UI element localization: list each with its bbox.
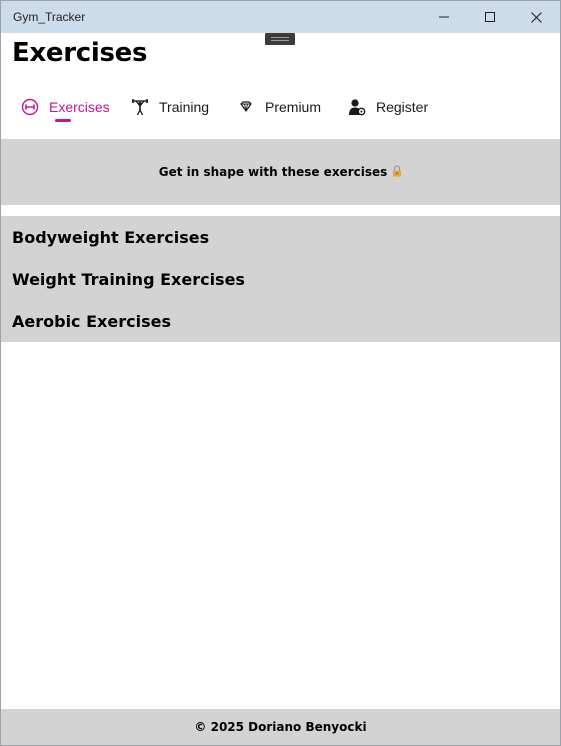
diamond-icon bbox=[237, 98, 255, 116]
category-weight-training[interactable]: Weight Training Exercises bbox=[12, 270, 245, 289]
app-title: Gym_Tracker bbox=[13, 10, 86, 24]
maximize-icon bbox=[485, 12, 495, 22]
close-button[interactable] bbox=[513, 1, 559, 33]
banner-text: Get in shape with these exercises bbox=[158, 165, 388, 179]
maximize-button[interactable] bbox=[467, 1, 513, 33]
category-aerobic[interactable]: Aerobic Exercises bbox=[12, 312, 171, 331]
tab-premium[interactable]: Premium bbox=[237, 87, 321, 127]
page-title: Exercises bbox=[12, 38, 148, 68]
footer: © 2025 Doriano Benyocki bbox=[1, 709, 560, 745]
tab-register-label: Register bbox=[376, 99, 429, 115]
lock-icon bbox=[392, 164, 402, 180]
dumbbell-icon bbox=[21, 98, 39, 116]
copyright-text: © 2025 Doriano Benyocki bbox=[194, 720, 367, 734]
app-window: Gym_Tracker Exercises Exercises Training… bbox=[0, 0, 561, 746]
category-bodyweight[interactable]: Bodyweight Exercises bbox=[12, 228, 209, 247]
weightlifter-icon bbox=[131, 98, 149, 116]
tab-training-label: Training bbox=[159, 99, 210, 115]
minimize-icon bbox=[439, 16, 449, 18]
minimize-button[interactable] bbox=[421, 1, 467, 33]
title-bar[interactable]: Gym_Tracker bbox=[1, 1, 560, 33]
exercise-categories: Bodyweight Exercises Weight Training Exe… bbox=[1, 216, 560, 342]
user-settings-icon bbox=[348, 98, 366, 116]
tab-exercises[interactable]: Exercises bbox=[21, 87, 110, 127]
intro-banner: Get in shape with these exercises bbox=[1, 139, 560, 205]
active-tab-indicator bbox=[55, 119, 71, 122]
nav-tabs: Exercises Training Premium Register bbox=[1, 87, 560, 127]
drag-handle[interactable] bbox=[265, 33, 295, 45]
tab-exercises-label: Exercises bbox=[49, 99, 110, 115]
tab-premium-label: Premium bbox=[265, 99, 322, 115]
close-icon bbox=[530, 11, 542, 23]
tab-training[interactable]: Training bbox=[131, 87, 209, 127]
tab-register[interactable]: Register bbox=[348, 87, 428, 127]
